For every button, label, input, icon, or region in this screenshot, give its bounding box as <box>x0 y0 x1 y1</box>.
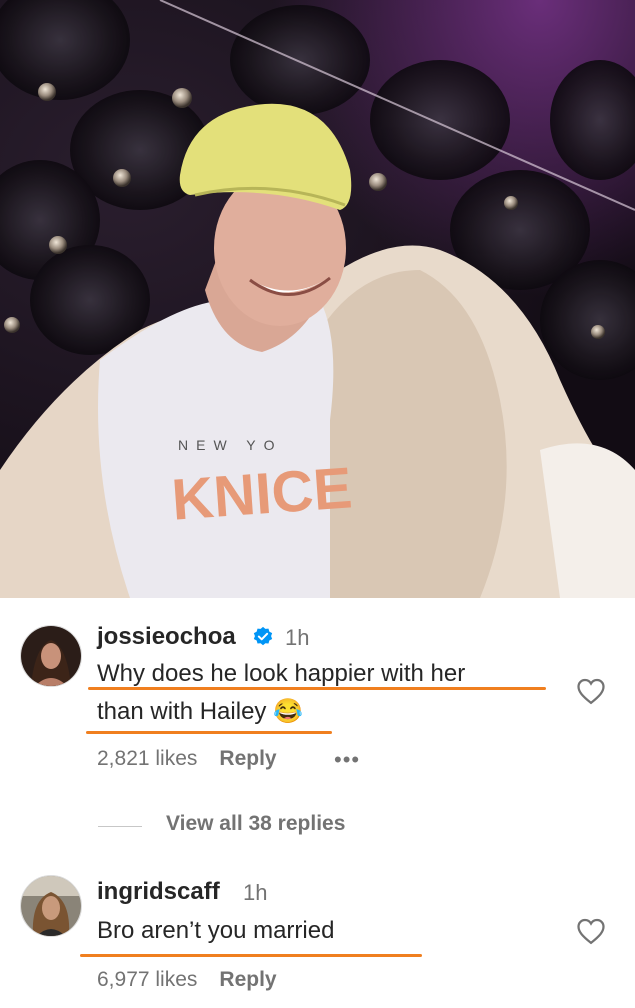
comment-text: Bro aren’t you married <box>97 912 557 950</box>
man-in-fur-coat-figure: NEW YO KNICE <box>0 103 635 598</box>
avatar[interactable] <box>20 625 82 687</box>
orange-underline-annotation <box>80 954 422 957</box>
like-count[interactable]: 6,977 likes <box>97 968 197 991</box>
comment-meta: 2,821 likes Reply <box>97 747 277 771</box>
svg-text:NEW YO: NEW YO <box>178 437 283 453</box>
reply-button[interactable]: Reply <box>219 747 276 770</box>
like-count[interactable]: 2,821 likes <box>97 747 197 770</box>
orange-underline-annotation <box>88 687 546 690</box>
comment-meta: 6,977 likes Reply <box>97 968 277 992</box>
laughing-emoji-icon: 😂 <box>273 698 303 725</box>
reply-button[interactable]: Reply <box>219 968 276 991</box>
svg-text:KNICE: KNICE <box>170 455 355 532</box>
comment-text: Why does he look happier with her than w… <box>97 655 557 731</box>
comment-text-line: than with Hailey <box>97 698 267 725</box>
user-avatar-photo-icon <box>21 876 81 936</box>
avatar[interactable] <box>20 875 82 937</box>
more-options-icon[interactable]: ••• <box>334 747 360 773</box>
replies-divider-line <box>98 826 142 827</box>
user-avatar-photo-icon <box>21 626 81 686</box>
comment-username[interactable]: jossieochoa <box>97 623 236 651</box>
post-photo: NEW YO KNICE <box>0 0 635 598</box>
comment-username[interactable]: ingridscaff <box>97 878 220 906</box>
comment-timestamp: 1h <box>285 625 310 650</box>
view-replies-label[interactable]: View all 38 replies <box>166 812 345 836</box>
comment-timestamp: 1h <box>243 880 268 905</box>
comment-text-line: Bro aren’t you married <box>97 917 335 944</box>
like-heart-icon[interactable] <box>576 917 606 945</box>
verified-badge-icon <box>253 626 273 646</box>
comment-text-line-2: than with Hailey 😂 <box>97 693 557 731</box>
like-heart-icon[interactable] <box>576 677 606 705</box>
orange-underline-annotation <box>86 731 332 734</box>
